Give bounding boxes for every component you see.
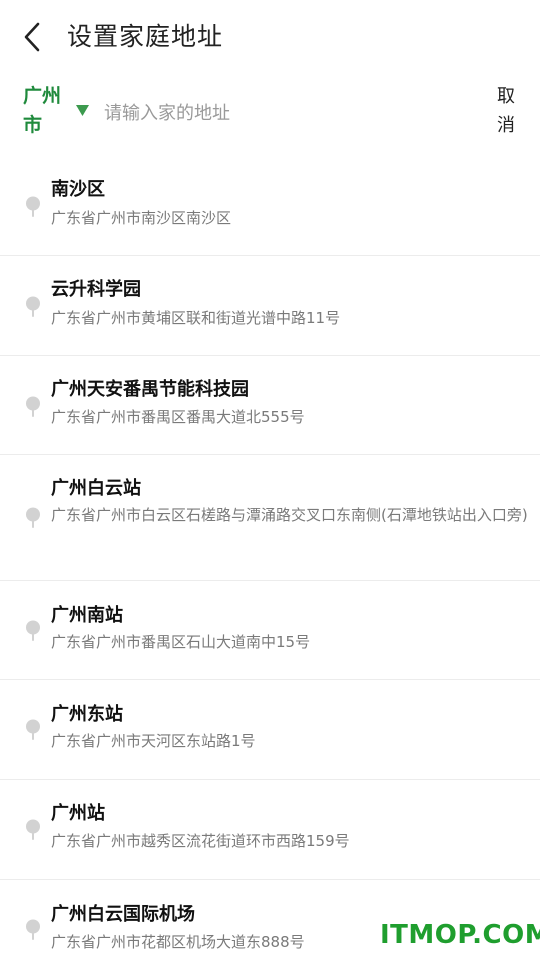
place-address: 广东省广州市番禺区番禺大道北555号 (51, 408, 305, 426)
place-name: 广州天安番禺节能科技园 (51, 379, 249, 400)
address-result-item[interactable]: 广州站广东省广州市越秀区流花街道环市西路159号 (0, 780, 540, 880)
place-name: 广州白云站 (51, 478, 141, 499)
search-bar: 广州市 取消 (0, 80, 540, 148)
location-pin-icon (25, 919, 41, 941)
page: 设置家庭地址 广州市 取消 南沙区广东省广州市南沙区南沙区云升科学园广东省广州市… (0, 0, 540, 960)
address-result-item[interactable]: 南沙区广东省广州市南沙区南沙区 (0, 156, 540, 256)
place-address: 广东省广州市南沙区南沙区 (51, 209, 232, 227)
city-selector[interactable]: 广州市 (23, 80, 103, 148)
address-result-item[interactable]: 广州东站广东省广州市天河区东站路1号 (0, 680, 540, 780)
address-result-item[interactable]: 云升科学园广东省广州市黄埔区联和街道光谱中路11号 (0, 256, 540, 356)
place-address: 广东省广州市黄埔区联和街道光谱中路11号 (51, 309, 341, 327)
place-name: 广州站 (51, 803, 105, 824)
place-name: 广州东站 (51, 704, 123, 725)
cancel-button[interactable]: 取消 (497, 82, 521, 140)
place-name: 广州南站 (51, 605, 123, 626)
place-address: 广东省广州市白云区石槎路与潭涌路交叉口东南侧(石潭地铁站出入口旁) (51, 506, 528, 524)
location-pin-icon (25, 719, 41, 741)
location-pin-icon (25, 396, 41, 418)
location-pin-icon (25, 196, 41, 218)
address-result-item[interactable]: 广州白云站广东省广州市白云区石槎路与潭涌路交叉口东南侧(石潭地铁站出入口旁) (0, 455, 540, 581)
place-address: 广东省广州市番禺区石山大道南中15号 (51, 633, 311, 651)
location-pin-icon (25, 819, 41, 841)
place-address: 广东省广州市天河区东站路1号 (51, 732, 256, 750)
location-pin-icon (25, 620, 41, 642)
chevron-left-icon (24, 22, 40, 52)
back-button[interactable] (18, 20, 48, 54)
address-result-item[interactable]: 广州南站广东省广州市番禺区石山大道南中15号 (0, 581, 540, 680)
place-name: 广州白云国际机场 (51, 904, 195, 925)
triangle-down-icon (76, 105, 89, 116)
location-pin-icon (25, 507, 41, 529)
watermark-text: ITMOP.COM (380, 920, 540, 950)
place-address: 广东省广州市越秀区流花街道环市西路159号 (51, 832, 350, 850)
address-search-input[interactable] (104, 96, 464, 130)
place-name: 云升科学园 (51, 279, 141, 300)
location-pin-icon (25, 296, 41, 318)
page-title: 设置家庭地址 (67, 22, 224, 51)
header-bar: 设置家庭地址 (0, 0, 540, 74)
place-name: 南沙区 (51, 179, 105, 200)
address-result-list: 南沙区广东省广州市南沙区南沙区 云升科学园广东省广州市黄埔区联和街道光谱中路11号… (0, 156, 540, 960)
address-result-item[interactable]: 广州天安番禺节能科技园广东省广州市番禺区番禺大道北555号 (0, 356, 540, 455)
city-label: 广州市 (23, 85, 62, 136)
